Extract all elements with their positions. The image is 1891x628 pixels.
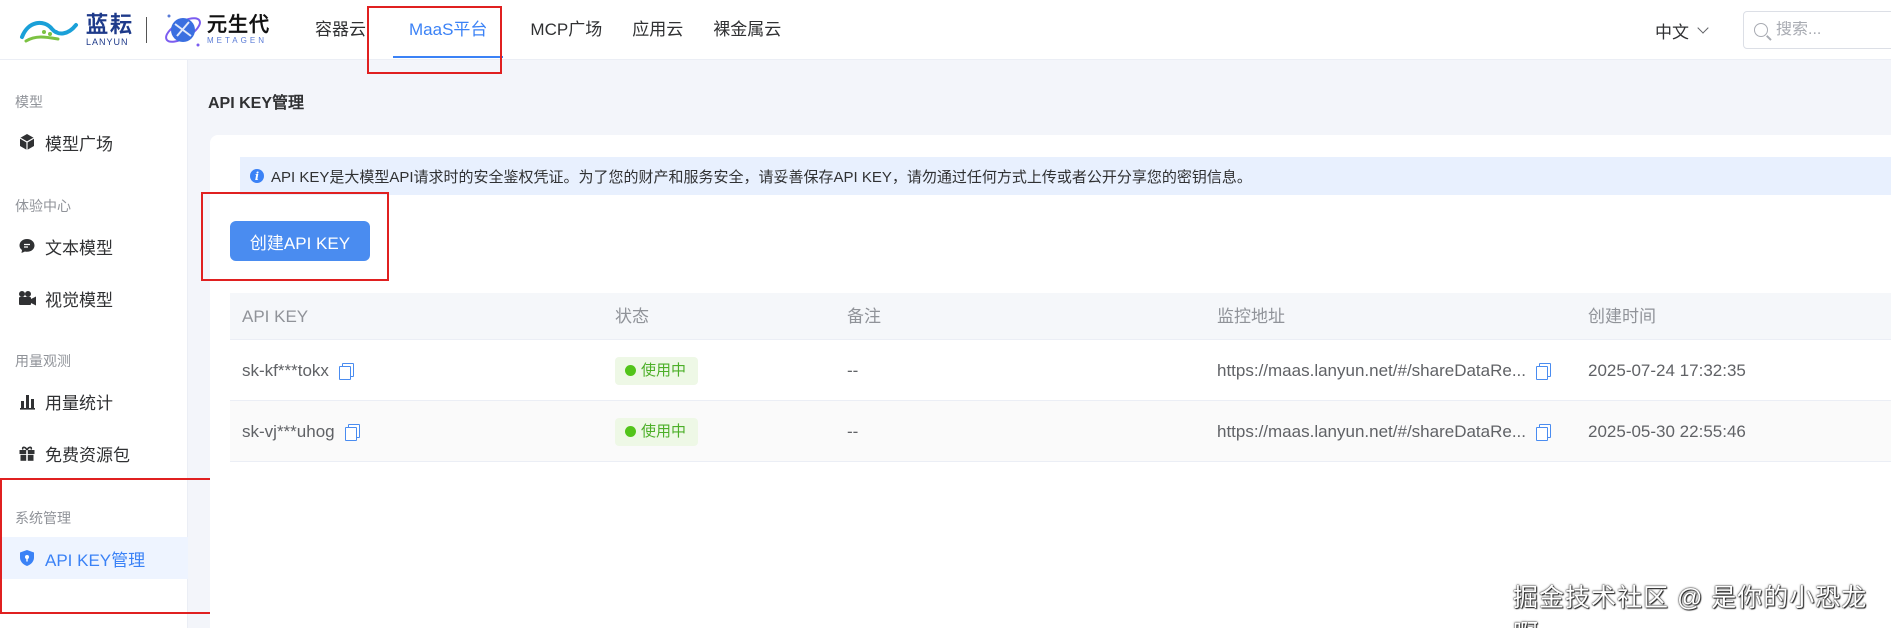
- status-label: 使用中: [641, 423, 687, 440]
- info-icon: i: [250, 169, 264, 183]
- metagen-logo[interactable]: 元生代 METAGEN: [161, 8, 270, 52]
- sidebar-group-experience: 体验中心: [15, 198, 71, 214]
- monitor-url-cell: https://maas.lanyun.net/#/shareDataRe...: [1217, 401, 1552, 462]
- language-label: 中文: [1655, 23, 1689, 42]
- nav-item-app-cloud[interactable]: 应用云: [617, 0, 698, 60]
- sidebar-item-label: 模型广场: [45, 134, 113, 154]
- table-row: sk-vj***uhog 使用中 -- https://maas.lanyun.…: [230, 401, 1891, 462]
- security-notice: i API KEY是大模型API请求时的安全鉴权凭证。为了您的财产和服务安全，请…: [240, 157, 1891, 195]
- chat-bubble-icon: [17, 236, 37, 256]
- copy-icon[interactable]: [1536, 363, 1552, 380]
- table-header: API KEY 状态 备注 监控地址 创建时间: [230, 293, 1891, 340]
- api-key-cell: sk-kf***tokx: [242, 340, 354, 401]
- sidebar-item-label: 文本模型: [45, 238, 113, 258]
- sidebar-item-label: 免费资源包: [45, 445, 130, 465]
- sidebar-item-free-resource-pack[interactable]: 免费资源包: [0, 432, 188, 474]
- metagen-logo-icon: [165, 14, 201, 47]
- column-header-api-key: API KEY: [242, 307, 309, 326]
- sidebar-item-api-key-management[interactable]: API KEY管理: [0, 537, 188, 579]
- table-row: sk-kf***tokx 使用中 -- https://maas.lanyun.…: [230, 340, 1891, 401]
- lanyun-logo-icon: [20, 20, 78, 43]
- cube-icon: [17, 132, 37, 152]
- column-header-monitor-url: 监控地址: [1217, 307, 1285, 326]
- nav-item-maas-platform[interactable]: MaaS平台: [381, 0, 515, 60]
- nav-item-container-cloud[interactable]: 容器云: [300, 0, 381, 60]
- status-dot-icon: [625, 365, 636, 376]
- status-badge: 使用中: [615, 417, 699, 446]
- copy-icon[interactable]: [344, 424, 360, 441]
- sidebar-item-text-model[interactable]: 文本模型: [0, 225, 188, 267]
- sidebar-item-label: 用量统计: [45, 393, 113, 413]
- video-camera-icon: [17, 288, 37, 308]
- copy-icon[interactable]: [1536, 424, 1552, 441]
- chevron-down-icon: [1697, 22, 1709, 34]
- lanyun-logo-text: 蓝耘: [86, 11, 135, 37]
- search-input[interactable]: [1776, 21, 1876, 39]
- monitor-url-value: https://maas.lanyun.net/#/shareDataRe...: [1217, 361, 1527, 380]
- search-icon: [1754, 23, 1768, 37]
- api-key-value: sk-kf***tokx: [242, 361, 329, 380]
- brand-logos[interactable]: 蓝耘 LANYUN 元生代 METAGEN: [18, 8, 270, 52]
- status-cell: 使用中: [615, 401, 699, 462]
- remark-cell: --: [847, 361, 859, 380]
- sidebar-group-models: 模型: [15, 94, 43, 110]
- status-label: 使用中: [641, 362, 687, 379]
- page-title: API KEY管理: [208, 95, 305, 112]
- monitor-url-cell: https://maas.lanyun.net/#/shareDataRe...: [1217, 340, 1552, 401]
- status-badge: 使用中: [615, 356, 699, 385]
- sidebar-group-system: 系统管理: [15, 510, 71, 526]
- language-selector[interactable]: 中文: [1655, 18, 1709, 43]
- sidebar-item-label: API KEY管理: [45, 550, 146, 570]
- security-notice-text: API KEY是大模型API请求时的安全鉴权凭证。为了您的财产和服务安全，请妥善…: [271, 168, 1252, 186]
- column-header-status: 状态: [615, 307, 649, 326]
- created-time-cell: 2025-07-24 17:32:35: [1588, 361, 1746, 380]
- shield-icon: [17, 548, 37, 568]
- create-api-key-button[interactable]: 创建API KEY: [230, 221, 370, 261]
- sidebar-item-usage-stats[interactable]: 用量统计: [0, 380, 188, 422]
- monitor-url-value: https://maas.lanyun.net/#/shareDataRe...: [1217, 422, 1527, 441]
- column-header-created-time: 创建时间: [1588, 307, 1656, 326]
- bar-chart-icon: [17, 391, 37, 411]
- api-key-cell: sk-vj***uhog: [242, 401, 360, 462]
- created-time-cell: 2025-05-30 22:55:46: [1588, 422, 1746, 441]
- copy-icon[interactable]: [338, 363, 354, 380]
- remark-cell: --: [847, 422, 859, 441]
- status-dot-icon: [625, 426, 636, 437]
- metagen-logo-subtext: METAGEN: [207, 36, 267, 45]
- metagen-logo-text: 元生代: [207, 14, 271, 36]
- nav-item-mcp-plaza[interactable]: MCP广场: [515, 0, 617, 60]
- sidebar-item-label: 视觉模型: [45, 290, 113, 310]
- brand-divider: [146, 17, 148, 43]
- lanyun-logo[interactable]: 蓝耘 LANYUN: [18, 11, 135, 47]
- api-key-table: API KEY 状态 备注 监控地址 创建时间 sk-kf***tokx 使用中…: [230, 293, 1891, 462]
- sidebar-item-vision-model[interactable]: 视觉模型: [0, 277, 188, 319]
- watermark: 掘金技术社区 @ 是你的小恐龙啊: [1513, 584, 1868, 628]
- api-key-value: sk-vj***uhog: [242, 422, 335, 441]
- sidebar: 模型 模型广场 体验中心 文本模型 视觉模型 用量观测 用量统计 免费资源包 系…: [0, 60, 188, 628]
- sidebar-group-usage: 用量观测: [15, 353, 71, 369]
- column-header-remark: 备注: [847, 307, 881, 326]
- gift-icon: [17, 443, 37, 463]
- nav-item-bare-metal-cloud[interactable]: 裸金属云: [698, 0, 796, 60]
- search-box[interactable]: [1743, 11, 1891, 49]
- sidebar-item-model-plaza[interactable]: 模型广场: [0, 121, 188, 163]
- status-cell: 使用中: [615, 340, 699, 401]
- main-nav: 容器云 MaaS平台 MCP广场 应用云 裸金属云: [300, 0, 796, 60]
- lanyun-logo-subtext: LANYUN: [86, 36, 129, 47]
- top-navigation-bar: 蓝耘 LANYUN 元生代 METAGEN 容器云 MaaS平台 MCP广场 应…: [0, 0, 1891, 60]
